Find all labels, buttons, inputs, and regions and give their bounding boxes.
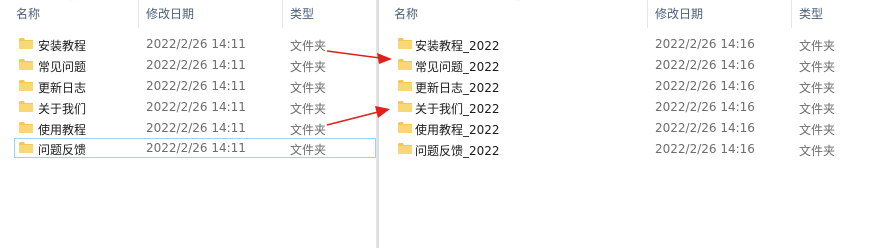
annotation-arrows — [326, 50, 392, 126]
arrow-annotation — [326, 106, 390, 126]
arrow-annotation — [326, 50, 392, 64]
